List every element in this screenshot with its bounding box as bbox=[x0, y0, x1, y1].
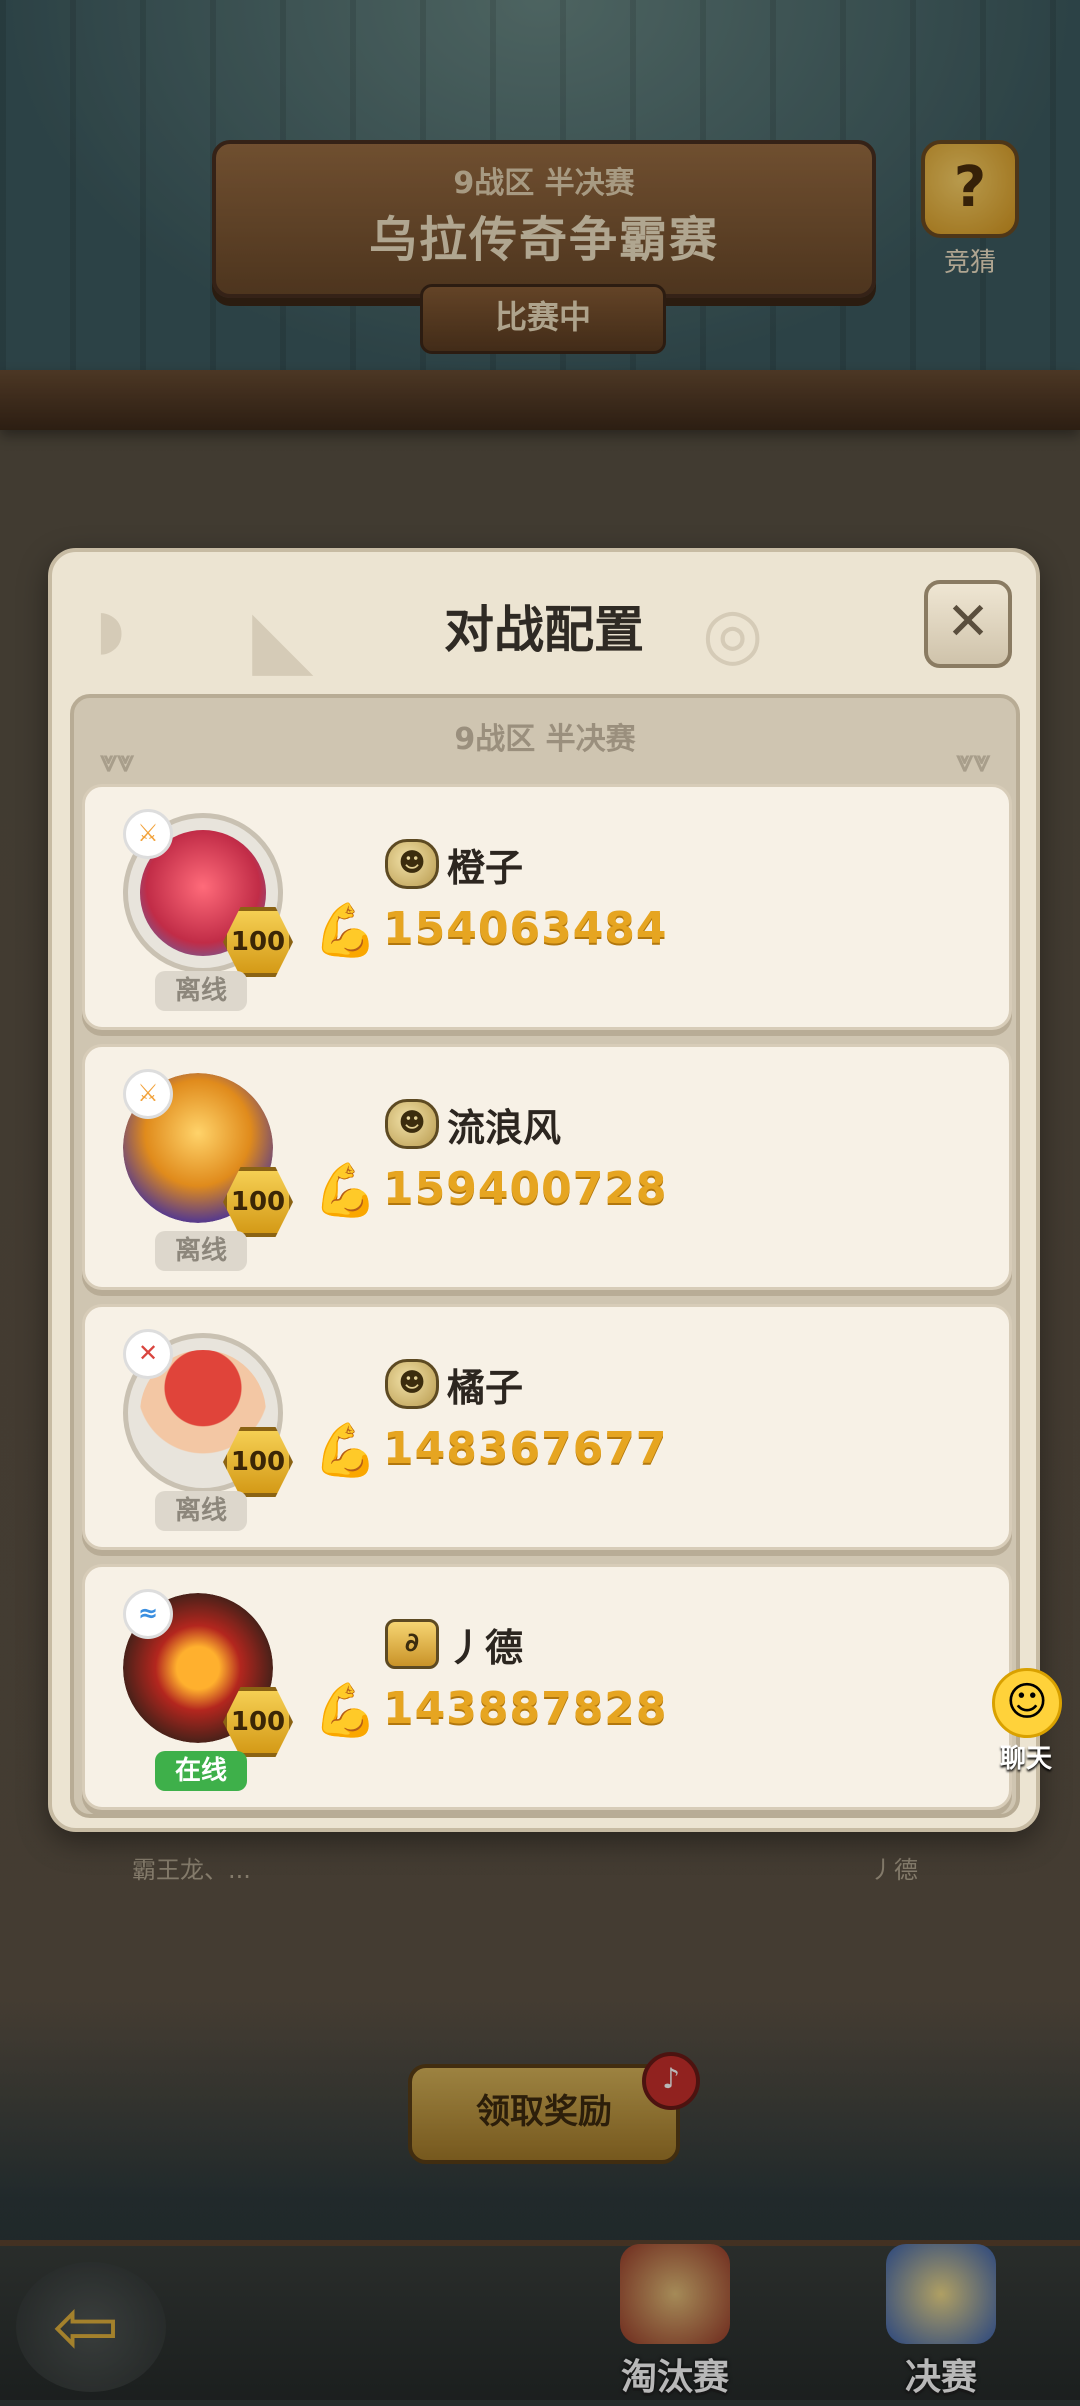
muscle-power-icon: 💪 bbox=[313, 901, 378, 961]
player-card[interactable]: ✕ 100 离线 ☻ 橘子 💪 148367677 bbox=[82, 1304, 1012, 1550]
muscle-power-icon: 💪 bbox=[313, 1681, 378, 1741]
muscle-power-icon: 💪 bbox=[313, 1161, 378, 1221]
status-badge: 离线 bbox=[155, 1491, 247, 1531]
water-element-icon: ≈ bbox=[123, 1589, 173, 1639]
rank-emblem-icon: ☻ bbox=[385, 1359, 439, 1409]
player-list-panel: ⩔⩔ 9战区 半决赛 ⩔⩔ ⚔ 100 离线 ☻ 橙子 💪 154063484 … bbox=[70, 694, 1020, 1818]
chat-button[interactable]: ☺ 聊天 bbox=[972, 1668, 1080, 1774]
fire-element-icon: ⚔ bbox=[123, 1069, 173, 1119]
close-icon: ✕ bbox=[946, 592, 990, 652]
power-value: 143887828 bbox=[383, 1683, 668, 1734]
status-badge: 离线 bbox=[155, 971, 247, 1011]
player-name: 丿德 bbox=[447, 1626, 524, 1670]
rank-emblem-icon: ☻ bbox=[385, 1099, 439, 1149]
power-value: 154063484 bbox=[383, 903, 668, 954]
power-value: 148367677 bbox=[383, 1423, 668, 1474]
player-card[interactable]: ⚔ 100 离线 ☻ 橙子 💪 154063484 bbox=[82, 784, 1012, 1030]
player-card[interactable]: ≈ 100 在线 ∂ 丿德 💪 143887828 bbox=[82, 1564, 1012, 1810]
player-card[interactable]: ⚔ 100 离线 ☻ 流浪风 💪 159400728 bbox=[82, 1044, 1012, 1290]
chat-label: 聊天 bbox=[999, 1744, 1052, 1774]
status-badge: 在线 bbox=[155, 1751, 247, 1791]
player-name: 流浪风 bbox=[447, 1106, 562, 1150]
power-value: 159400728 bbox=[383, 1163, 668, 1214]
close-button[interactable]: ✕ bbox=[924, 580, 1012, 668]
status-badge: 离线 bbox=[155, 1231, 247, 1271]
battle-config-dialog: ◗ ◣ ◎ 对战配置 ✕ ⩔⩔ 9战区 半决赛 ⩔⩔ ⚔ 100 离线 ☻ 橙子… bbox=[48, 548, 1040, 1832]
dialog-title: 对战配置 bbox=[444, 601, 644, 659]
player-name: 橘子 bbox=[447, 1366, 524, 1410]
muscle-power-icon: 💪 bbox=[313, 1421, 378, 1481]
section-header: ⩔⩔ 9战区 半决赛 ⩔⩔ bbox=[74, 706, 1016, 779]
rank-emblem-icon: ☻ bbox=[385, 839, 439, 889]
shield-rank-icon: ∂ bbox=[385, 1619, 439, 1669]
section-title: 9战区 半决赛 bbox=[454, 722, 636, 757]
fire-element-icon: ⚔ bbox=[123, 809, 173, 859]
chat-face-icon: ☺ bbox=[992, 1668, 1062, 1738]
combat-element-icon: ✕ bbox=[123, 1329, 173, 1379]
player-name: 橙子 bbox=[447, 846, 524, 890]
